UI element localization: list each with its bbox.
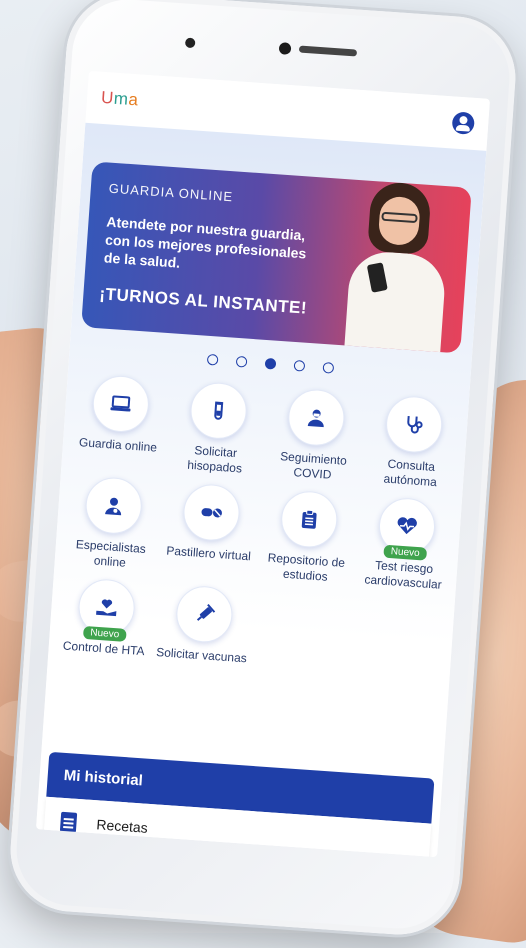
pills-icon: [181, 482, 242, 543]
service-solicitar-hisopados[interactable]: Solicitar hisopados: [165, 379, 269, 478]
stethoscope-icon: [384, 394, 445, 455]
uma-logo[interactable]: Uma: [100, 88, 140, 111]
document-icon: [59, 811, 78, 833]
heart-hand-icon: Nuevo: [76, 577, 137, 642]
clipboard-icon: [279, 489, 340, 550]
app-screen: Uma GUARDIA ONLINE Atendete por nuestra …: [35, 70, 491, 858]
laptop-icon: [90, 374, 151, 434]
service-control-hta[interactable]: Nuevo Control de HTA: [54, 576, 157, 660]
home-content: GUARDIA ONLINE Atendete por nuestra guar…: [35, 122, 487, 858]
banner-message: Atendete por nuestra guardia, con los me…: [103, 213, 307, 271]
syringe-icon: [174, 584, 235, 645]
carousel-dot[interactable]: [235, 355, 247, 368]
service-seguimiento-covid[interactable]: Seguimiento COVID: [263, 386, 367, 485]
service-especialistas-online[interactable]: Especialistas online: [60, 474, 164, 573]
service-pastillero-virtual[interactable]: Pastillero virtual: [158, 481, 262, 580]
carousel-dot[interactable]: [321, 361, 334, 374]
services-grid: Guardia online Solicitar hisopados Segui…: [54, 373, 465, 681]
carousel-dot[interactable]: [293, 359, 305, 372]
service-consulta-autonoma[interactable]: Consulta autónoma: [361, 393, 465, 492]
carousel-dot-active[interactable]: [264, 357, 276, 370]
doctor-photo: [330, 169, 462, 354]
service-repositorio-estudios[interactable]: Repositorio de estudios: [256, 488, 360, 587]
promo-banner[interactable]: GUARDIA ONLINE Atendete por nuestra guar…: [81, 161, 472, 354]
test-tube-icon: [188, 380, 249, 441]
banner-cta: ¡TURNOS AL INSTANTE!: [98, 284, 308, 318]
service-guardia-online[interactable]: Guardia online: [67, 373, 171, 472]
user-circle-icon[interactable]: [451, 111, 476, 135]
service-solicitar-vacunas[interactable]: Solicitar vacunas: [152, 583, 255, 667]
doctor-mask-icon: [286, 387, 347, 448]
history-item-label: Recetas: [95, 816, 149, 836]
specialist-icon: [83, 475, 144, 536]
phone-device: Uma GUARDIA ONLINE Atendete por nuestra …: [6, 0, 520, 939]
service-test-riesgo-cardiovascular[interactable]: Nuevo Test riesgo cardiovascular: [354, 495, 458, 594]
carousel-dot[interactable]: [206, 353, 219, 366]
heart-pulse-icon: Nuevo: [377, 496, 437, 561]
banner-kicker: GUARDIA ONLINE: [108, 180, 234, 205]
